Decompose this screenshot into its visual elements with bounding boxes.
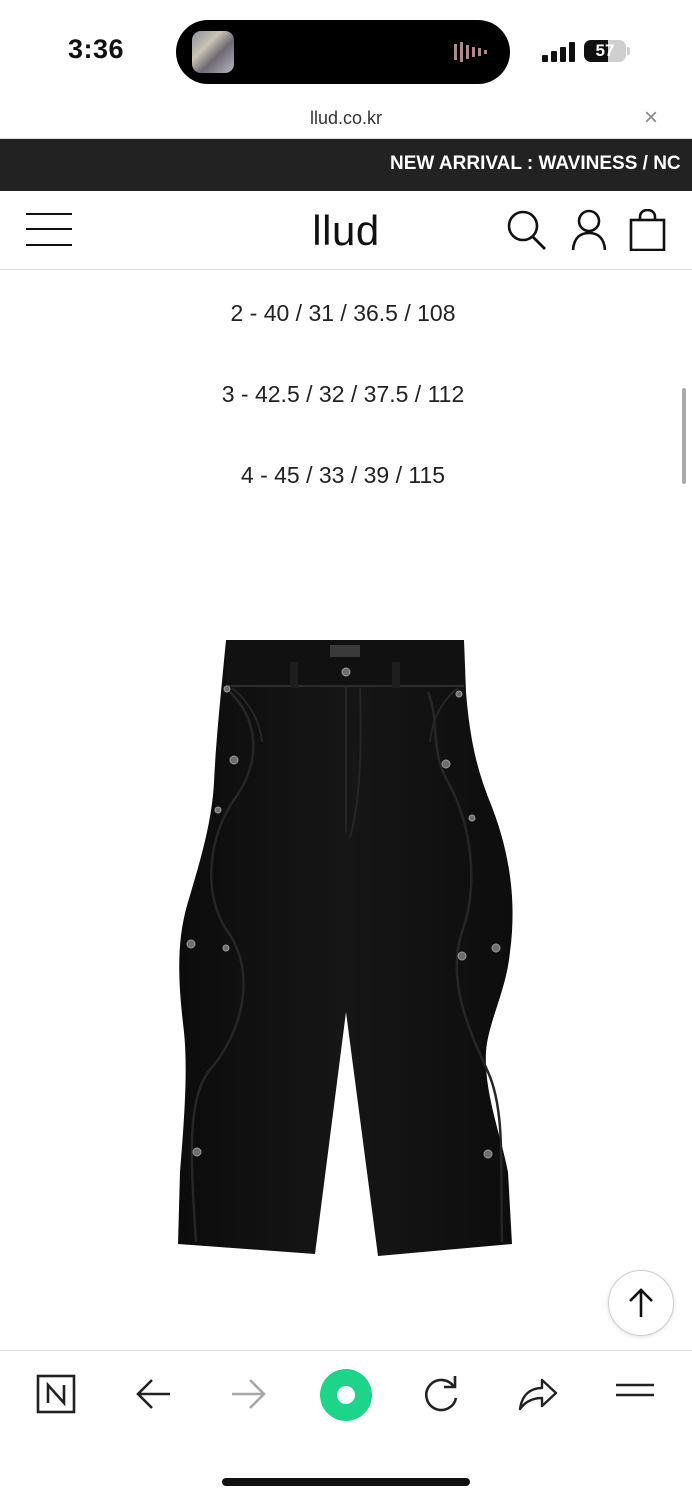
- more-menu-icon[interactable]: [612, 1371, 658, 1417]
- arrow-right-icon[interactable]: [226, 1371, 272, 1417]
- reload-icon[interactable]: [418, 1371, 464, 1417]
- share-icon[interactable]: [514, 1371, 560, 1417]
- announcement-bar[interactable]: NEW ARRIVAL : WAVINESS / NC: [0, 139, 692, 191]
- browser-toolbar: [0, 1350, 692, 1501]
- arrow-left-icon[interactable]: [130, 1371, 176, 1417]
- announcement-text[interactable]: NEW ARRIVAL : WAVINESS / NC: [390, 153, 681, 175]
- scroll-to-top-button[interactable]: [608, 1270, 674, 1336]
- green-circle-icon[interactable]: [318, 1367, 374, 1423]
- search-icon[interactable]: [506, 209, 546, 251]
- product-image-black-pants: [178, 640, 513, 1256]
- shopping-bag-icon[interactable]: [628, 209, 668, 251]
- size-info-line: 2 - 40 / 31 / 36.5 / 108: [230, 300, 456, 326]
- status-bar: 3:36 57: [0, 0, 692, 100]
- now-playing-thumbnail: [192, 31, 234, 73]
- status-time: 3:36: [68, 34, 125, 64]
- battery-icon: 57: [584, 40, 626, 62]
- naver-n-icon[interactable]: [34, 1371, 80, 1417]
- audio-wave-icon: [454, 42, 487, 62]
- size-info-line: 3 - 42.5 / 32 / 37.5 / 112: [221, 381, 465, 407]
- user-icon[interactable]: [569, 209, 609, 251]
- size-info-line: 4 - 45 / 33 / 39 / 115: [240, 462, 446, 488]
- url-text[interactable]: llud.co.kr: [0, 108, 692, 129]
- dynamic-island[interactable]: [176, 20, 510, 84]
- battery-cap: [627, 47, 630, 55]
- browser-url-bar[interactable]: llud.co.kr ×: [0, 100, 692, 139]
- site-header: llud: [0, 191, 692, 270]
- cellular-signal-icon: [542, 42, 575, 62]
- battery-percent: 57: [595, 41, 615, 60]
- home-indicator: [222, 1478, 470, 1486]
- close-icon[interactable]: ×: [644, 106, 658, 130]
- scrollbar-thumb[interactable]: [682, 388, 686, 484]
- arrow-up-icon: [629, 1288, 653, 1317]
